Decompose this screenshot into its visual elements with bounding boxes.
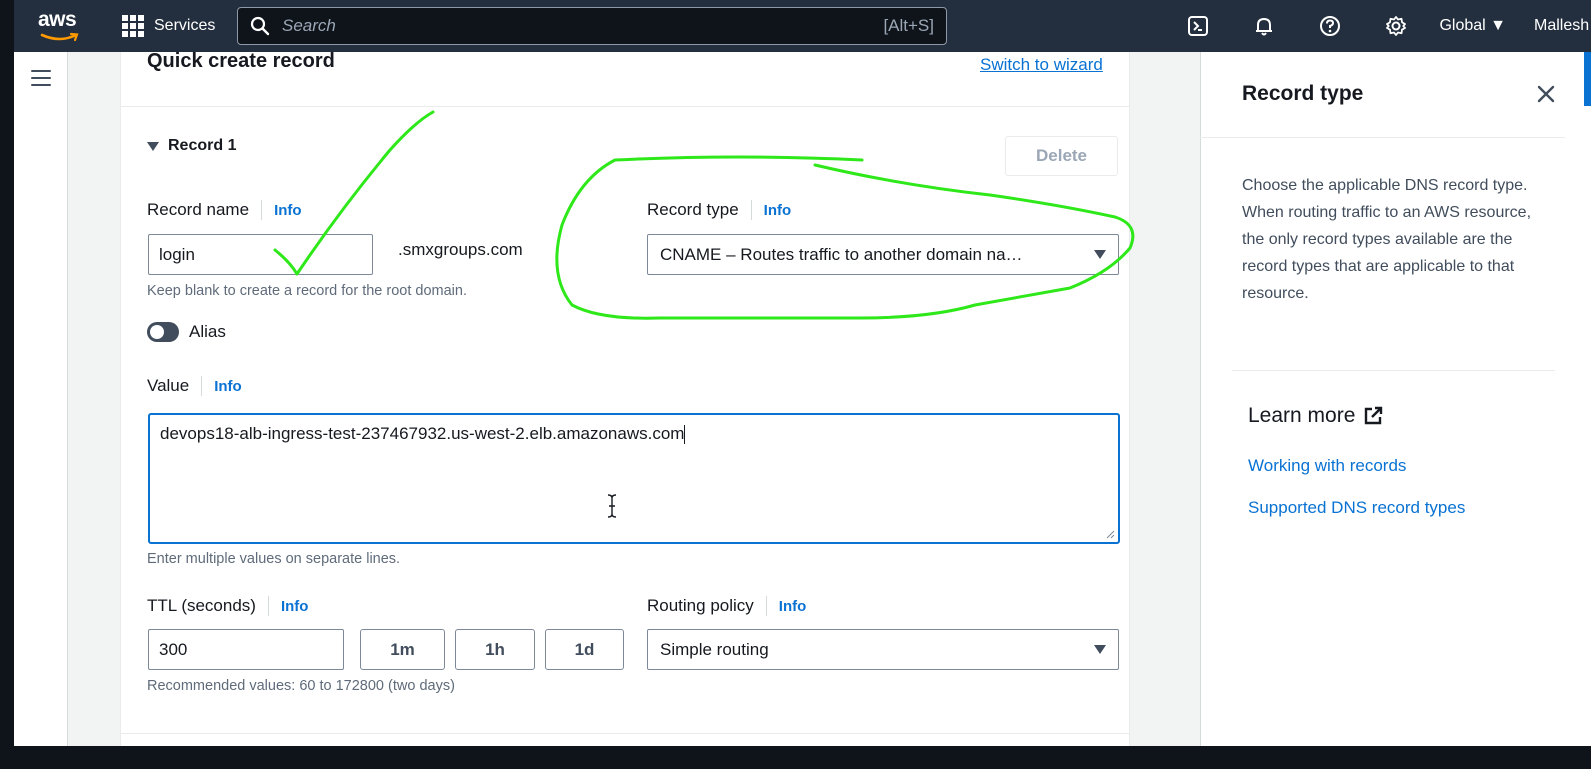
hamburger-menu-icon[interactable] [31,70,51,86]
learn-more-label: Learn more [1248,404,1356,427]
working-with-records-link[interactable]: Working with records [1248,456,1406,476]
record-toggle-label: Record 1 [168,137,237,154]
value-label: Value [147,376,190,395]
region-selector[interactable]: Global ▼ [1429,17,1534,35]
record-type-label-row: Record type Info [647,200,791,220]
help-panel-body: Choose the applicable DNS record type. W… [1242,177,1532,302]
panel-scrollbar[interactable] [1584,52,1591,106]
ttl-hint: Recommended values: 60 to 172800 (two da… [147,678,455,694]
search-shortcut: [Alt+S] [883,16,934,35]
record-name-input[interactable]: login [148,234,373,275]
aws-smile-icon [40,32,79,42]
ttl-info-link[interactable]: Info [281,598,309,615]
ttl-label: TTL (seconds) [147,596,256,615]
bell-icon[interactable] [1231,0,1297,52]
gear-icon[interactable] [1363,0,1429,52]
routing-info-link[interactable]: Info [779,598,807,615]
ttl-1h-button[interactable]: 1h [455,629,535,670]
page-title: Quick create record [147,50,335,72]
caret-down-icon [147,141,159,151]
help-panel-title: Record type [1242,82,1364,105]
ttl-input[interactable]: 300 [148,629,344,670]
record-type-info-link[interactable]: Info [764,202,792,219]
top-navigation: aws Services Search [Alt+S] Global ▼ Mal… [14,0,1591,52]
external-link-icon [1365,406,1383,425]
learn-more-heading: Learn more [1248,404,1383,428]
text-caret [684,425,686,445]
aws-logo[interactable]: aws [38,8,84,44]
alias-toggle[interactable]: Alias [147,322,226,342]
nav-right-group: Global ▼ Mallesh [1165,0,1591,52]
value-label-row: Value Info [147,376,242,396]
domain-suffix: .smxgroups.com [398,240,523,259]
routing-label-row: Routing policy Info [647,596,806,616]
value-info-link[interactable]: Info [214,378,242,395]
record-name-label: Record name [147,200,250,219]
cloudshell-icon[interactable] [1165,0,1231,52]
supported-dns-record-types-link[interactable]: Supported DNS record types [1248,498,1465,518]
side-rail [14,52,68,746]
routing-label: Routing policy [647,596,754,615]
routing-policy-value: Simple routing [660,639,769,659]
close-icon[interactable] [1535,83,1557,105]
text-cursor-icon [607,494,617,518]
record-type-label: Record type [647,200,739,219]
ttl-1d-button[interactable]: 1d [545,629,624,670]
help-panel-divider [1232,370,1555,371]
aws-logo-text: aws [38,8,77,31]
services-grid-icon [122,15,144,37]
help-panel-divider [1200,137,1565,138]
window-edge [0,0,14,769]
search-placeholder: Search [282,16,336,35]
ttl-label-row: TTL (seconds) Info [147,596,308,616]
alias-label: Alias [189,322,226,341]
dropdown-caret-icon [1094,645,1106,654]
record-type-select[interactable]: CNAME – Routes traffic to another domain… [647,234,1119,275]
value-text: devops18-alb-ingress-test-237467932.us-w… [160,424,685,443]
record-type-value: CNAME – Routes traffic to another domain… [660,244,1023,264]
search-icon [250,16,270,36]
routing-policy-select[interactable]: Simple routing [647,629,1119,670]
toggle-switch-icon [147,322,179,342]
card-bottom-divider [120,733,1130,734]
value-hint: Enter multiple values on separate lines. [147,551,401,567]
help-panel [1200,52,1591,746]
resize-handle-icon[interactable] [1106,530,1115,539]
services-label: Services [154,17,216,34]
switch-to-wizard-link[interactable]: Switch to wizard [980,55,1103,75]
card-header-divider [120,106,1130,107]
record-name-label-row: Record name Info [147,200,302,220]
bottom-bar [0,746,1591,769]
help-icon[interactable] [1297,0,1363,52]
record-name-hint: Keep blank to create a record for the ro… [147,283,467,299]
search-input[interactable]: Search [Alt+S] [237,7,947,45]
delete-button[interactable]: Delete [1005,136,1118,176]
ttl-1m-button[interactable]: 1m [360,629,445,670]
services-menu-button[interactable]: Services [122,0,215,52]
user-menu[interactable]: Mallesh [1534,17,1591,35]
dropdown-caret-icon [1094,250,1106,259]
record-name-info-link[interactable]: Info [274,202,302,219]
value-textarea[interactable]: devops18-alb-ingress-test-237467932.us-w… [148,413,1120,544]
record-expand-toggle[interactable]: Record 1 [147,137,236,155]
